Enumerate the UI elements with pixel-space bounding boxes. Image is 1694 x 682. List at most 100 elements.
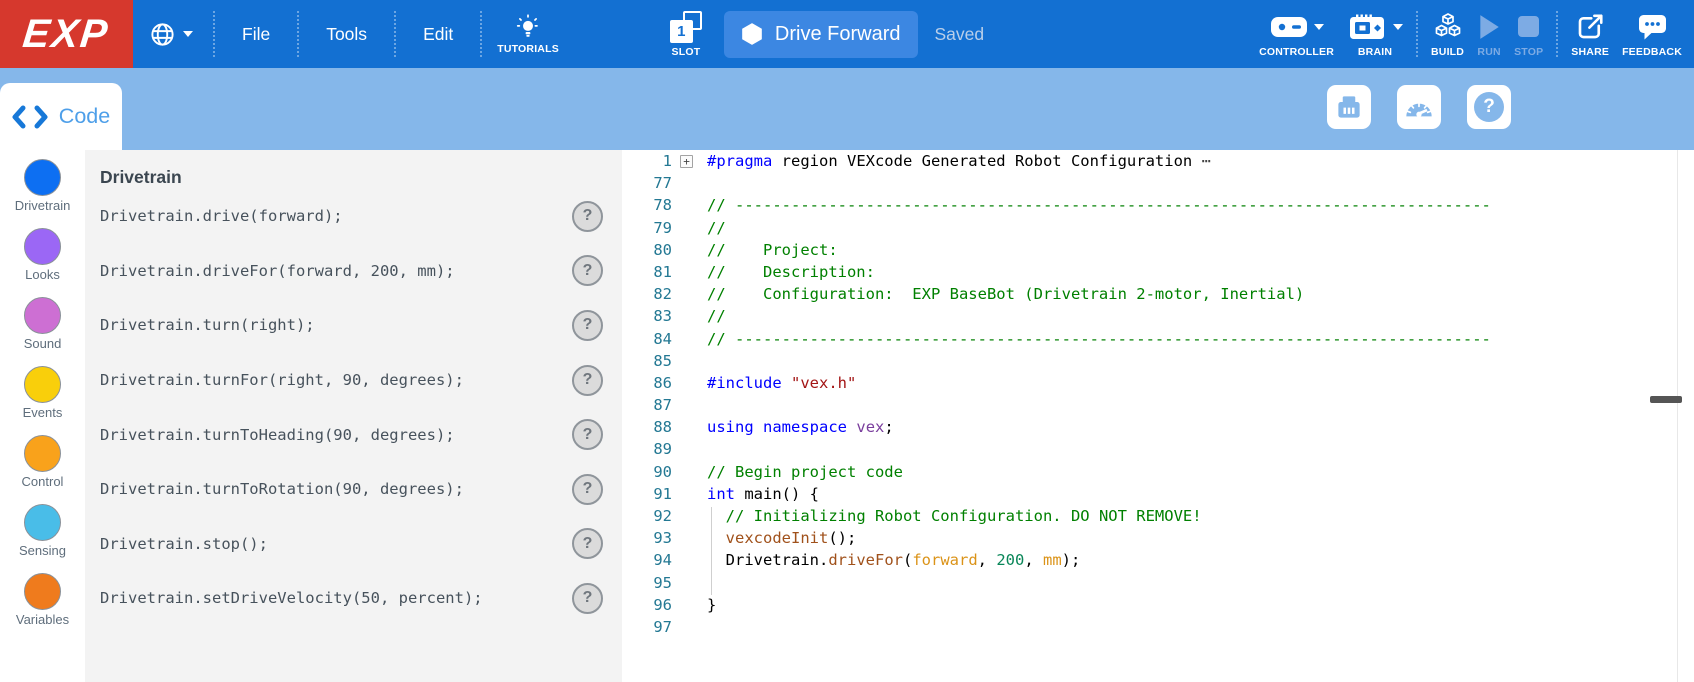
category-circle-icon[interactable] (24, 573, 61, 610)
line-number: 92 (622, 505, 672, 527)
command-help-button[interactable]: ? (572, 365, 603, 396)
code-line-77: 77 (622, 172, 1694, 194)
line-number: 85 (622, 350, 672, 372)
fold-column (672, 217, 701, 239)
sidebar-item-looks[interactable]: Looks (15, 228, 71, 282)
logo-text: EXP (21, 12, 112, 57)
console-print-button[interactable] (1327, 85, 1371, 129)
vex-exp-logo: EXP (0, 0, 133, 68)
save-status: Saved (935, 24, 985, 45)
top-toolbar: EXP File Tools Edit TUTORIALS 1 SLOT (0, 0, 1694, 68)
build-label: BUILD (1431, 46, 1464, 58)
category-circle-icon[interactable] (24, 228, 61, 265)
code-line-94: 94 Drivetrain.driveFor(forward, 200, mm)… (622, 549, 1694, 571)
code-line-90: 90// Begin project code (622, 461, 1694, 483)
category-circle-icon[interactable] (24, 366, 61, 403)
command-row[interactable]: Drivetrain.drive(forward);? (85, 189, 622, 244)
command-row[interactable]: Drivetrain.turnFor(right, 90, degrees);? (85, 353, 622, 408)
code-text: // Project: (701, 239, 838, 261)
fold-column (672, 438, 701, 460)
feedback-label: FEEDBACK (1622, 46, 1682, 58)
scrollbar-marker (1650, 396, 1682, 403)
line-number: 81 (622, 261, 672, 283)
slot-button[interactable]: 1 SLOT (670, 11, 702, 58)
sidebar-item-variables[interactable]: Variables (15, 573, 71, 627)
category-label: Sensing (19, 543, 66, 558)
language-menu-button[interactable] (149, 21, 193, 48)
command-row[interactable]: Drivetrain.driveFor(forward, 200, mm);? (85, 244, 622, 299)
category-circle-icon[interactable] (24, 159, 61, 196)
printer-console-icon (1334, 92, 1364, 122)
play-icon (1477, 14, 1501, 40)
category-circle-icon[interactable] (24, 297, 61, 334)
code-brackets-icon (12, 105, 48, 129)
category-circle-icon[interactable] (24, 435, 61, 472)
stop-label: STOP (1514, 46, 1543, 58)
code-editor[interactable]: 1+#pragma region VEXcode Generated Robot… (622, 150, 1694, 682)
code-header-band: Code ? (0, 68, 1694, 150)
code-lines: 1+#pragma region VEXcode Generated Robot… (622, 150, 1694, 638)
sidebar-item-sound[interactable]: Sound (15, 297, 71, 351)
controller-button[interactable]: CONTROLLER (1259, 11, 1334, 58)
run-button[interactable]: RUN (1477, 11, 1501, 58)
code-line-89: 89 (622, 438, 1694, 460)
menu-file[interactable]: File (215, 24, 297, 45)
build-button[interactable]: BUILD (1431, 11, 1464, 58)
category-label: Events (23, 405, 63, 420)
code-text: // Begin project code (701, 461, 903, 483)
monitor-gauge-button[interactable] (1397, 85, 1441, 129)
command-row[interactable]: Drivetrain.turnToRotation(90, degrees);? (85, 462, 622, 517)
code-text: // Description: (701, 261, 875, 283)
command-help-button[interactable]: ? (572, 310, 603, 341)
fold-column (672, 394, 701, 416)
line-number: 83 (622, 305, 672, 327)
brain-button[interactable]: BRAIN (1347, 11, 1403, 58)
sidebar-item-sensing[interactable]: Sensing (15, 504, 71, 558)
code-text: // (701, 305, 726, 327)
sidebar-item-drivetrain[interactable]: Drivetrain (15, 159, 71, 213)
fold-column (672, 239, 701, 261)
indent-guide (711, 507, 712, 595)
command-help-button[interactable]: ? (572, 474, 603, 505)
line-number: 89 (622, 438, 672, 460)
command-help-button[interactable]: ? (572, 201, 603, 232)
command-row[interactable]: Drivetrain.turnToHeading(90, degrees);? (85, 407, 622, 462)
command-help-button[interactable]: ? (572, 255, 603, 286)
tutorials-button[interactable]: TUTORIALS (497, 14, 559, 55)
fold-expand-icon[interactable]: + (680, 155, 693, 168)
code-text: // Initializing Robot Configuration. DO … (701, 505, 1202, 527)
command-help-button[interactable]: ? (572, 419, 603, 450)
command-row[interactable]: Drivetrain.stop();? (85, 517, 622, 572)
stop-button[interactable]: STOP (1514, 11, 1543, 58)
code-line-97: 97 (622, 616, 1694, 638)
menu-edit[interactable]: Edit (396, 24, 480, 45)
code-line-1: 1+#pragma region VEXcode Generated Robot… (622, 150, 1694, 172)
sidebar-item-control[interactable]: Control (15, 435, 71, 489)
menu-tools[interactable]: Tools (299, 24, 394, 45)
command-help-button[interactable]: ? (572, 583, 603, 614)
tutorials-label: TUTORIALS (497, 43, 559, 55)
code-text: int main() { (701, 483, 819, 505)
sidebar-item-events[interactable]: Events (15, 366, 71, 420)
feedback-button[interactable]: FEEDBACK (1622, 11, 1682, 58)
category-circle-icon[interactable] (24, 504, 61, 541)
share-button[interactable]: SHARE (1571, 11, 1609, 58)
code-line-79: 79// (622, 217, 1694, 239)
category-list: Drivetrain Looks Sound Events Control Sensing… (15, 159, 71, 642)
code-line-96: 96} (622, 594, 1694, 616)
command-row[interactable]: Drivetrain.turn(right);? (85, 298, 622, 353)
fold-column: + (672, 150, 701, 172)
tab-code[interactable]: Code (0, 83, 122, 150)
toolbar-right-group: CONTROLLER BRAIN (1259, 11, 1694, 58)
slot-label: SLOT (672, 46, 701, 58)
fold-column (672, 305, 701, 327)
command-help-button[interactable]: ? (572, 528, 603, 559)
main-content: Drivetrain Looks Sound Events Control Sensing… (0, 150, 1694, 682)
help-button[interactable]: ? (1467, 85, 1511, 129)
project-name-button[interactable]: Drive Forward (724, 11, 918, 58)
code-text: vexcodeInit(); (701, 527, 856, 549)
code-line-93: 93 vexcodeInit(); (622, 527, 1694, 549)
command-row[interactable]: Drivetrain.setDriveVelocity(50, percent)… (85, 571, 622, 626)
command-text: Drivetrain.driveFor(forward, 200, mm); (100, 262, 455, 280)
scrollbar-track (1677, 150, 1678, 682)
